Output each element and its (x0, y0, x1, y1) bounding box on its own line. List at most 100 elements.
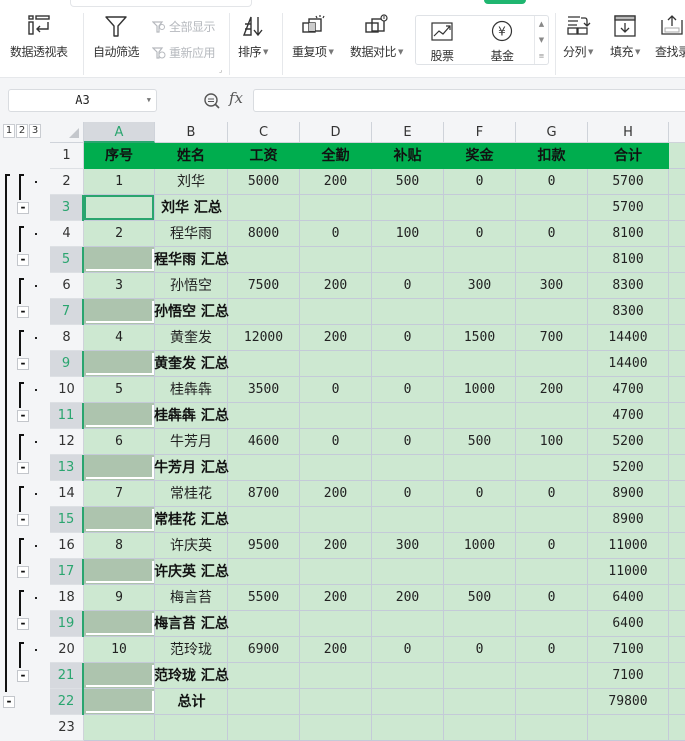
cell-I[interactable] (669, 325, 685, 351)
cell-C[interactable] (228, 507, 300, 533)
column-header-A[interactable]: A (84, 122, 155, 143)
cell-I[interactable] (669, 221, 685, 247)
cell-B[interactable] (155, 299, 228, 325)
cell-H[interactable]: 14400 (588, 351, 669, 377)
cell-C[interactable] (228, 299, 300, 325)
cell-D[interactable]: 0 (300, 377, 372, 403)
cell-C[interactable] (228, 195, 300, 221)
cell-D[interactable] (300, 663, 372, 689)
cell-G[interactable] (516, 663, 588, 689)
cell-D[interactable]: 200 (300, 637, 372, 663)
row-header[interactable]: 9 (50, 351, 84, 377)
row-header[interactable]: 11 (50, 403, 84, 429)
cell-A[interactable] (84, 351, 155, 377)
cell-F[interactable] (444, 455, 516, 481)
cell-C[interactable]: 8700 (228, 481, 300, 507)
cell-I[interactable] (669, 273, 685, 299)
cell-E[interactable] (372, 611, 444, 637)
row-header[interactable]: 17 (50, 559, 84, 585)
autofilter-button[interactable]: 自动筛选 (93, 14, 140, 60)
cell-B[interactable]: 许庆英 (155, 533, 228, 559)
collapse-group-button[interactable]: - (17, 305, 29, 318)
row-header[interactable]: 14 (50, 481, 84, 507)
cell-A[interactable]: 5 (84, 377, 155, 403)
cell-D[interactable]: 200 (300, 325, 372, 351)
cell-H[interactable]: 8100 (588, 221, 669, 247)
cell-D[interactable] (300, 559, 372, 585)
cell-D[interactable] (300, 299, 372, 325)
fill-button[interactable]: 填充 ▼ (610, 14, 640, 60)
cell-B[interactable]: 范玲珑 (155, 637, 228, 663)
cell-D[interactable] (300, 611, 372, 637)
cell-H[interactable] (588, 715, 669, 741)
cell-G[interactable]: 0 (516, 221, 588, 247)
collapse-group-button[interactable]: - (17, 409, 29, 422)
cell-B[interactable] (155, 663, 228, 689)
cell-F[interactable] (444, 611, 516, 637)
cell-I[interactable] (669, 377, 685, 403)
cell-C[interactable] (228, 455, 300, 481)
cell-H[interactable]: 6400 (588, 585, 669, 611)
row-header[interactable]: 7 (50, 299, 84, 325)
cell-G[interactable]: 0 (516, 637, 588, 663)
cell-B[interactable]: 常桂花 (155, 481, 228, 507)
cell-I[interactable] (669, 403, 685, 429)
cell-B[interactable] (155, 611, 228, 637)
cell-E[interactable] (372, 195, 444, 221)
row-header[interactable]: 10 (50, 377, 84, 403)
cell-D[interactable]: 200 (300, 585, 372, 611)
gallery-scrollbar[interactable]: ▲ ▼ ≡ (534, 16, 548, 64)
cell-C[interactable]: 8000 (228, 221, 300, 247)
cell-A[interactable]: 1 (84, 169, 155, 195)
cell-F[interactable]: 1500 (444, 325, 516, 351)
column-header-F[interactable]: F (444, 122, 516, 143)
cell-I[interactable] (669, 663, 685, 689)
cell-F[interactable]: 500 (444, 429, 516, 455)
cell-I[interactable] (669, 715, 685, 741)
cell-I[interactable] (669, 143, 685, 169)
cell-B[interactable]: 孙悟空 (155, 273, 228, 299)
cell-G[interactable]: 0 (516, 481, 588, 507)
collapse-group-button[interactable]: - (17, 617, 29, 630)
cell-E[interactable] (372, 351, 444, 377)
data-compare-button[interactable]: 数据对比 ▼ (350, 14, 403, 60)
cell-D[interactable] (300, 689, 372, 715)
cell-D[interactable] (300, 455, 372, 481)
cell-C[interactable]: 12000 (228, 325, 300, 351)
cell-A[interactable]: 2 (84, 221, 155, 247)
cell-H[interactable]: 4700 (588, 377, 669, 403)
row-header[interactable]: 23 (50, 715, 84, 741)
cell-G[interactable]: 0 (516, 533, 588, 559)
column-header-G[interactable]: G (516, 122, 588, 143)
collapse-group-button[interactable]: - (17, 565, 29, 578)
cell-E[interactable]: 300 (372, 533, 444, 559)
cell-F[interactable] (444, 351, 516, 377)
cell-E[interactable]: 0 (372, 325, 444, 351)
cell-F[interactable] (444, 559, 516, 585)
cell-F[interactable] (444, 299, 516, 325)
row-header[interactable]: 20 (50, 637, 84, 663)
cell-D[interactable] (300, 351, 372, 377)
cell-A[interactable] (84, 403, 155, 429)
cell-E[interactable] (372, 507, 444, 533)
cell-A[interactable] (84, 299, 155, 325)
column-header-C[interactable]: C (228, 122, 300, 143)
select-all-corner[interactable] (50, 122, 84, 143)
duplicates-button[interactable]: 重复项 ▼ (292, 14, 334, 60)
cell-H[interactable]: 11000 (588, 533, 669, 559)
cell-G[interactable]: 100 (516, 429, 588, 455)
cell-D[interactable] (300, 403, 372, 429)
row-header[interactable]: 18 (50, 585, 84, 611)
cell-B[interactable] (155, 455, 228, 481)
cell-B[interactable] (155, 403, 228, 429)
cell-E[interactable]: 0 (372, 377, 444, 403)
cell-H[interactable]: 8900 (588, 507, 669, 533)
cell-A[interactable]: 3 (84, 273, 155, 299)
name-box[interactable]: A3 ▼ (8, 89, 157, 112)
cell-D[interactable] (300, 507, 372, 533)
cell-I[interactable] (669, 559, 685, 585)
cell-F[interactable] (444, 403, 516, 429)
column-header-H[interactable]: H (588, 122, 669, 143)
cell-C[interactable]: 5500 (228, 585, 300, 611)
cell-B[interactable] (155, 559, 228, 585)
